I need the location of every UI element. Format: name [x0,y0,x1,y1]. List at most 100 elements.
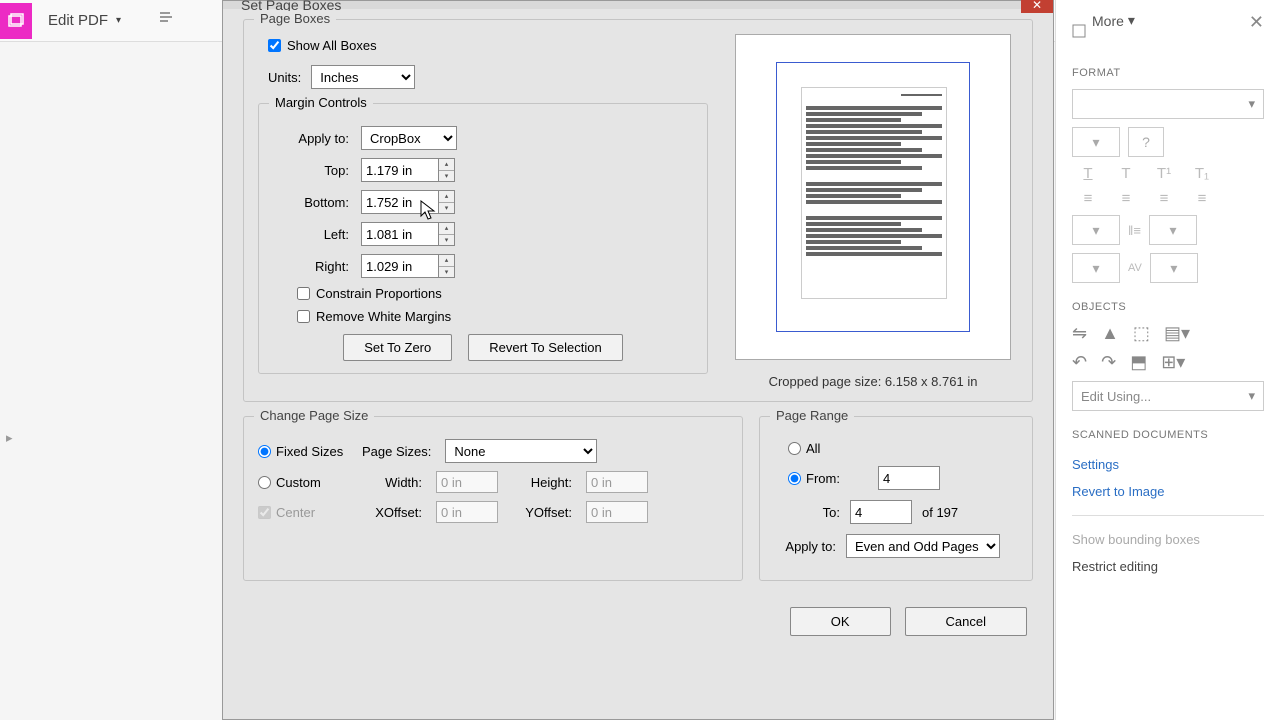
fixed-sizes-label: Fixed Sizes [276,444,343,459]
change-page-size-fieldset: Change Page Size Fixed Sizes Page Sizes:… [243,416,743,581]
right-label: Right: [277,259,349,274]
center-checkbox [258,506,271,519]
top-input[interactable] [361,158,439,182]
yoffset-input [586,501,648,523]
align-left-button[interactable]: ≡ [1072,190,1104,207]
right-spinner[interactable]: ▴▾ [439,254,455,278]
subscript-button[interactable]: T₁ [1186,165,1218,182]
toolbar-icon[interactable] [157,9,175,32]
expand-sidebar-icon[interactable]: ▸ [6,430,13,446]
page-range-fieldset: Page Range All From: To: of 197 Apply to… [759,416,1033,581]
right-input[interactable] [361,254,439,278]
edit-using-dropdown[interactable]: Edit Using...▾ [1072,381,1264,411]
left-input[interactable] [361,222,439,246]
pr-apply-to-select[interactable]: Even and Odd Pages [846,534,1000,558]
more-dropdown[interactable]: More ▾ [1092,12,1135,29]
restrict-editing[interactable]: Restrict editing [1072,553,1264,580]
cancel-button[interactable]: Cancel [905,607,1027,636]
pr-apply-to-label: Apply to: [774,539,836,554]
rotate-right-icon[interactable]: ↷ [1101,352,1116,373]
close-panel-icon[interactable]: ✕ [1249,12,1264,33]
page-boxes-fieldset: Page Boxes Show All Boxes Units: Inches [243,19,1033,402]
settings-link[interactable]: Settings [1072,451,1264,478]
of-total-label: of 197 [922,505,958,520]
left-label: Left: [277,227,349,242]
width-label: Width: [362,475,422,490]
set-to-zero-button[interactable]: Set To Zero [343,334,452,361]
bottom-input[interactable] [361,190,439,214]
horizontal-scale-select[interactable]: ▾ [1072,253,1120,283]
align-objects-icon[interactable]: ⊞▾ [1161,352,1185,373]
bottom-spinner[interactable]: ▴▾ [439,190,455,214]
cropped-size-label: Cropped page size: 6.158 x 8.761 in [769,374,978,389]
height-label: Height: [512,475,572,490]
xoffset-input [436,501,498,523]
remove-white-margins-label: Remove White Margins [316,309,451,324]
format-section-heading: FORMAT [1072,67,1264,79]
font-family-select[interactable]: ▾ [1072,89,1264,119]
help-button[interactable]: ? [1128,127,1164,157]
top-spinner[interactable]: ▴▾ [439,158,455,182]
xoffset-label: XOffset: [362,505,422,520]
crop-icon[interactable]: ⬚ [1133,323,1150,344]
bold-button[interactable]: T [1110,165,1142,182]
custom-radio[interactable] [258,476,271,489]
flip-horizontal-icon[interactable]: ⇋ [1072,323,1087,344]
show-bounding-boxes[interactable]: Show bounding boxes [1072,526,1264,553]
revert-to-selection-button[interactable]: Revert To Selection [468,334,623,361]
arrange-icon[interactable]: ▤▾ [1164,323,1190,344]
font-size-select[interactable]: ▾ [1072,127,1120,157]
right-panel: More ▾ ✕ FORMAT ▾ ▾ ? T T T¹ T₁ ≡ ≡ ≡ ≡ … [1055,0,1280,720]
units-label: Units: [268,70,301,85]
crop-tool-icon[interactable] [0,3,32,39]
edit-pdf-dropdown[interactable]: Edit PDF [32,0,137,42]
flip-vertical-icon[interactable]: ▲ [1101,323,1119,344]
width-input [436,471,498,493]
panel-icon [1072,24,1086,38]
revert-to-image-link[interactable]: Revert to Image [1072,478,1264,505]
from-label: From: [806,471,840,486]
ok-button[interactable]: OK [790,607,891,636]
char-spacing-select[interactable]: ▾ [1150,253,1198,283]
paragraph-spacing-select[interactable]: ▾ [1149,215,1197,245]
font-color-button[interactable]: T [1072,165,1104,182]
margin-controls-fieldset: Margin Controls Apply to: CropBox Top: ▴… [258,103,708,374]
page-sizes-select[interactable]: None [445,439,597,463]
superscript-button[interactable]: T¹ [1148,165,1180,182]
custom-label: Custom [276,475,321,490]
constrain-proportions-checkbox[interactable] [297,287,310,300]
to-label: To: [788,505,840,520]
units-select[interactable]: Inches [311,65,415,89]
top-label: Top: [277,163,349,178]
scanned-section-heading: SCANNED DOCUMENTS [1072,429,1264,441]
to-input[interactable] [850,500,912,524]
align-justify-button[interactable]: ≡ [1186,190,1218,207]
dialog-close-button[interactable]: ✕ [1021,0,1053,13]
bottom-label: Bottom: [277,195,349,210]
objects-section-heading: OBJECTS [1072,301,1264,313]
from-input[interactable] [878,466,940,490]
constrain-proportions-label: Constrain Proportions [316,286,442,301]
change-page-size-label: Change Page Size [254,408,374,423]
apply-to-label: Apply to: [277,131,349,146]
align-right-button[interactable]: ≡ [1148,190,1180,207]
rotate-left-icon[interactable]: ↶ [1072,352,1087,373]
from-radio[interactable] [788,472,801,485]
fixed-sizes-radio[interactable] [258,445,271,458]
left-spinner[interactable]: ▴▾ [439,222,455,246]
center-label: Center [276,505,315,520]
margin-controls-label: Margin Controls [269,95,373,110]
align-center-button[interactable]: ≡ [1110,190,1142,207]
page-sizes-label: Page Sizes: [362,444,431,459]
page-preview [735,34,1011,360]
apply-to-select[interactable]: CropBox [361,126,457,150]
set-page-boxes-dialog: Set Page Boxes ✕ Page Boxes Show All Box… [222,0,1054,720]
replace-icon[interactable]: ⬒ [1130,352,1147,373]
all-pages-radio[interactable] [788,442,801,455]
show-all-boxes-checkbox[interactable] [268,39,281,52]
yoffset-label: YOffset: [512,505,572,520]
line-spacing-select[interactable]: ▾ [1072,215,1120,245]
remove-white-margins-checkbox[interactable] [297,310,310,323]
page-boxes-label: Page Boxes [254,11,336,26]
height-input [586,471,648,493]
